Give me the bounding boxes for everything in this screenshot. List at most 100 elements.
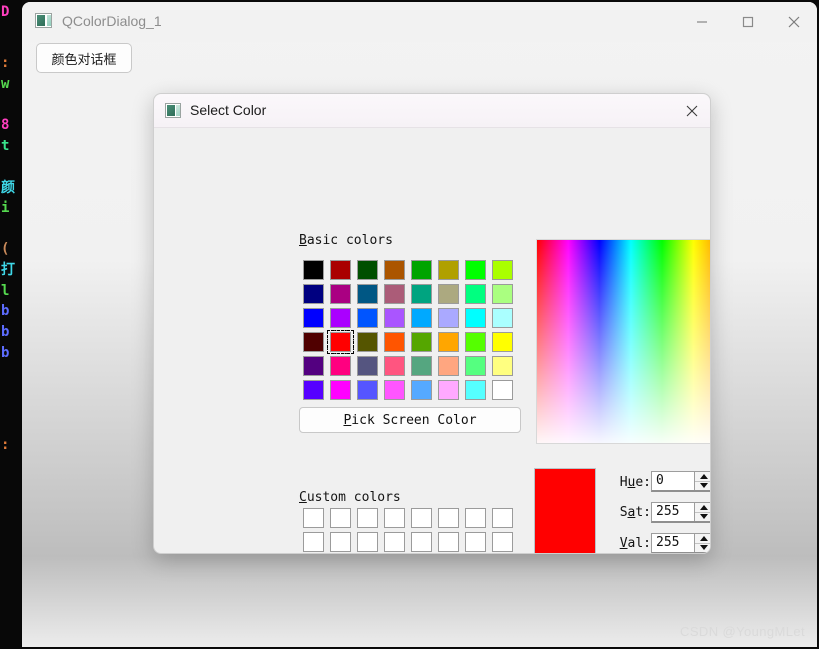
color-chip bbox=[438, 508, 459, 528]
basic-color-swatch[interactable] bbox=[327, 330, 354, 354]
custom-color-swatch[interactable] bbox=[462, 530, 489, 553]
basic-color-swatch[interactable] bbox=[435, 306, 462, 330]
maximize-button[interactable] bbox=[725, 2, 771, 42]
basic-color-swatch[interactable] bbox=[327, 258, 354, 282]
basic-color-swatch[interactable] bbox=[489, 258, 516, 282]
basic-color-swatch[interactable] bbox=[489, 330, 516, 354]
basic-color-swatch[interactable] bbox=[462, 306, 489, 330]
basic-color-swatch[interactable] bbox=[300, 306, 327, 330]
custom-color-swatch[interactable] bbox=[435, 530, 462, 553]
custom-color-swatch[interactable] bbox=[489, 506, 516, 530]
selected-color-preview bbox=[534, 468, 596, 553]
basic-color-swatch[interactable] bbox=[408, 306, 435, 330]
basic-color-swatch[interactable] bbox=[327, 282, 354, 306]
basic-color-swatch[interactable] bbox=[354, 258, 381, 282]
basic-color-swatch[interactable] bbox=[354, 306, 381, 330]
custom-color-swatch[interactable] bbox=[381, 530, 408, 553]
color-chip bbox=[384, 508, 405, 528]
dialog-close-button[interactable] bbox=[680, 99, 704, 123]
custom-color-swatch[interactable] bbox=[462, 506, 489, 530]
custom-color-swatch[interactable] bbox=[408, 530, 435, 553]
pick-screen-mnemonic: P bbox=[343, 412, 352, 428]
open-color-dialog-button[interactable]: 颜色对话框 bbox=[36, 43, 132, 73]
pick-screen-color-button[interactable]: Pick Screen Color bbox=[299, 407, 521, 433]
basic-color-swatch[interactable] bbox=[354, 378, 381, 402]
basic-color-swatch[interactable] bbox=[300, 258, 327, 282]
custom-color-swatch[interactable] bbox=[327, 506, 354, 530]
code-glyph: 颜 bbox=[1, 180, 15, 196]
basic-color-swatch[interactable] bbox=[489, 354, 516, 378]
basic-color-swatch[interactable] bbox=[327, 378, 354, 402]
custom-colors-label: Custom colors bbox=[299, 490, 401, 505]
basic-color-swatch[interactable] bbox=[381, 354, 408, 378]
basic-color-swatch[interactable] bbox=[489, 282, 516, 306]
basic-color-swatch[interactable] bbox=[408, 378, 435, 402]
color-chip bbox=[330, 260, 351, 280]
code-glyph: b bbox=[1, 345, 10, 361]
basic-color-swatch[interactable] bbox=[462, 354, 489, 378]
basic-color-swatch[interactable] bbox=[354, 330, 381, 354]
code-glyph: 8 bbox=[1, 117, 10, 133]
basic-color-swatch[interactable] bbox=[435, 378, 462, 402]
hue-value: 0 bbox=[656, 473, 664, 488]
close-button[interactable] bbox=[771, 2, 817, 42]
basic-color-swatch[interactable] bbox=[462, 282, 489, 306]
custom-color-swatch[interactable] bbox=[435, 506, 462, 530]
basic-color-swatch[interactable] bbox=[435, 354, 462, 378]
basic-color-swatch[interactable] bbox=[435, 330, 462, 354]
color-chip bbox=[303, 308, 324, 328]
basic-color-swatch[interactable] bbox=[381, 330, 408, 354]
basic-color-swatch[interactable] bbox=[462, 378, 489, 402]
red-label: Red: bbox=[694, 475, 710, 490]
basic-color-swatch[interactable] bbox=[327, 306, 354, 330]
basic-color-swatch[interactable] bbox=[381, 258, 408, 282]
color-chip bbox=[303, 380, 324, 400]
custom-color-swatch[interactable] bbox=[300, 506, 327, 530]
minimize-button[interactable] bbox=[679, 2, 725, 42]
custom-color-swatch[interactable] bbox=[354, 530, 381, 553]
custom-colors-grid[interactable] bbox=[300, 506, 516, 553]
sat-label: Sat: bbox=[609, 505, 651, 520]
basic-color-swatch[interactable] bbox=[300, 330, 327, 354]
basic-color-swatch[interactable] bbox=[435, 282, 462, 306]
color-chip bbox=[438, 284, 459, 304]
basic-color-swatch[interactable] bbox=[354, 354, 381, 378]
basic-color-swatch[interactable] bbox=[408, 354, 435, 378]
code-glyph: l bbox=[1, 283, 10, 299]
basic-color-swatch[interactable] bbox=[462, 330, 489, 354]
color-chip bbox=[411, 356, 432, 376]
basic-color-swatch[interactable] bbox=[408, 330, 435, 354]
basic-color-swatch[interactable] bbox=[327, 354, 354, 378]
hue-saturation-picker[interactable] bbox=[536, 239, 710, 444]
color-chip bbox=[384, 332, 405, 352]
custom-color-swatch[interactable] bbox=[327, 530, 354, 553]
basic-color-swatch[interactable] bbox=[435, 258, 462, 282]
custom-color-swatch[interactable] bbox=[408, 506, 435, 530]
basic-color-swatch[interactable] bbox=[354, 282, 381, 306]
color-chip bbox=[330, 284, 351, 304]
basic-color-swatch[interactable] bbox=[489, 378, 516, 402]
app-window-icon bbox=[35, 13, 52, 28]
basic-color-swatch[interactable] bbox=[408, 258, 435, 282]
code-glyph: : bbox=[1, 55, 10, 71]
color-chip bbox=[465, 356, 486, 376]
basic-color-swatch[interactable] bbox=[381, 282, 408, 306]
custom-colors-label-rest: ustom colors bbox=[306, 490, 401, 505]
custom-color-swatch[interactable] bbox=[354, 506, 381, 530]
color-chip bbox=[330, 308, 351, 328]
basic-color-swatch[interactable] bbox=[300, 354, 327, 378]
basic-color-swatch[interactable] bbox=[489, 306, 516, 330]
custom-color-swatch[interactable] bbox=[489, 530, 516, 553]
basic-color-swatch[interactable] bbox=[381, 378, 408, 402]
basic-color-swatch[interactable] bbox=[408, 282, 435, 306]
basic-color-swatch[interactable] bbox=[462, 258, 489, 282]
basic-color-swatch[interactable] bbox=[300, 378, 327, 402]
code-glyph: D bbox=[1, 4, 10, 20]
basic-color-swatch[interactable] bbox=[381, 306, 408, 330]
code-glyph: : bbox=[1, 437, 10, 453]
custom-color-swatch[interactable] bbox=[300, 530, 327, 553]
basic-colors-grid[interactable] bbox=[300, 258, 516, 402]
maximize-icon bbox=[742, 16, 754, 28]
basic-color-swatch[interactable] bbox=[300, 282, 327, 306]
custom-color-swatch[interactable] bbox=[381, 506, 408, 530]
